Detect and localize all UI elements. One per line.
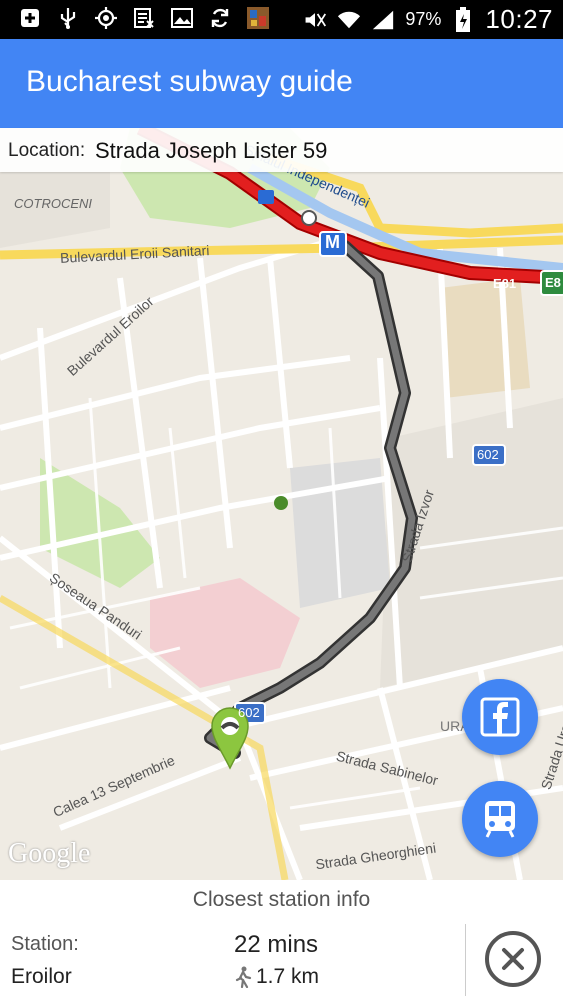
status-bar: 97% 10:27 <box>0 0 563 39</box>
app-bar: Bucharest subway guide <box>0 39 563 128</box>
walking-icon <box>235 966 252 988</box>
app-thumbnail-icon <box>246 6 270 30</box>
location-bar: Location: Strada Joseph Lister 59 <box>0 128 563 172</box>
battery-icon <box>451 6 475 32</box>
close-icon <box>502 948 524 970</box>
map-label-e81: E81 <box>493 276 517 291</box>
signal-icon <box>371 8 395 32</box>
map-canvas[interactable] <box>0 128 563 880</box>
gps-icon <box>94 6 118 30</box>
battery-percent: 97% <box>405 9 442 29</box>
station-label: Station: <box>11 933 79 955</box>
location-label: Location: <box>8 140 86 161</box>
clock: 10:27 <box>485 4 553 34</box>
panel-divider <box>465 924 466 996</box>
city-block <box>440 278 530 398</box>
close-button[interactable] <box>485 931 541 987</box>
image-icon <box>170 6 194 30</box>
map-label-602-lower: 602 <box>238 705 260 720</box>
wifi-icon <box>337 8 361 32</box>
usb-icon <box>56 6 80 30</box>
station-name: Eroilor <box>11 965 72 988</box>
add-notification-icon <box>18 6 42 30</box>
poi-dot <box>274 496 288 510</box>
closest-station-title: Closest station info <box>192 888 371 911</box>
news-icon <box>132 6 156 30</box>
location-value: Strada Joseph Lister 59 <box>95 138 328 163</box>
facebook-share-button[interactable] <box>462 679 538 755</box>
station-info-panel: Station: Eroilor 22 mins 1.7 km <box>0 918 563 1000</box>
walking-distance: 1.7 km <box>234 965 319 989</box>
transit-button[interactable] <box>462 781 538 857</box>
mute-icon <box>303 8 327 32</box>
facebook-icon <box>480 697 520 737</box>
subway-train-icon <box>485 801 515 838</box>
travel-time: 22 mins <box>234 931 319 958</box>
map-label-e8: E8 <box>545 275 561 290</box>
sync-icon <box>208 6 232 30</box>
closest-station-header: Closest station info <box>0 880 563 920</box>
google-logo: Google <box>8 838 91 869</box>
map-view[interactable]: COTROCENI Splaiul Independenței Bulevard… <box>0 128 563 880</box>
app-title: Bucharest subway guide <box>26 65 353 98</box>
map-label-metro: M <box>325 232 340 252</box>
map-label-cotroceni: COTROCENI <box>14 196 92 211</box>
route-start-dot <box>301 210 317 226</box>
distance-value: 1.7 km <box>256 965 320 988</box>
map-label-602-upper: 602 <box>477 447 499 462</box>
